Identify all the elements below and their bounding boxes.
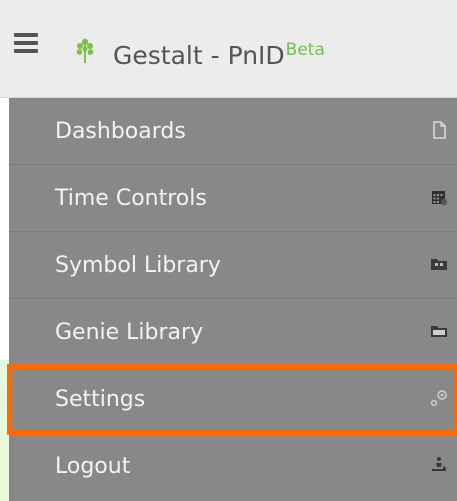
app-header: Gestalt - PnIDBeta [0, 0, 457, 98]
menu-item-label: Logout [55, 454, 131, 479]
menu-item-label: Time Controls [55, 186, 207, 211]
folder-icon [431, 326, 447, 337]
app-name: Gestalt - PnID [113, 41, 285, 70]
menu-item-dashboards[interactable]: Dashboards [9, 98, 457, 165]
menu-item-genie-library[interactable]: Genie Library [9, 299, 457, 366]
menu-item-logout[interactable]: Logout [9, 433, 457, 501]
menu-item-label: Settings [55, 387, 146, 412]
beta-badge: Beta [285, 40, 325, 60]
menu-item-label: Symbol Library [55, 253, 221, 278]
menu-item-settings[interactable]: Settings [7, 364, 457, 435]
folder-icon [431, 259, 447, 270]
logout-icon [432, 457, 447, 471]
menu-item-label: Genie Library [55, 320, 204, 345]
calendar-icon [432, 191, 448, 206]
sidebar-menu: Dashboards Time Controls Symbol Library [7, 98, 457, 501]
menu-item-symbol-library[interactable]: Symbol Library [9, 232, 457, 299]
menu-item-label: Dashboards [55, 119, 186, 144]
gear-icon [430, 390, 447, 407]
app-page: Gestalt - PnIDBeta Dashboards Time Contr… [0, 0, 457, 501]
hamburger-menu-icon[interactable] [14, 33, 38, 53]
document-icon [433, 121, 446, 139]
app-title: Gestalt - PnIDBeta [113, 40, 325, 70]
leaf-logo-icon [76, 38, 94, 63]
menu-item-time-controls[interactable]: Time Controls [9, 165, 457, 232]
